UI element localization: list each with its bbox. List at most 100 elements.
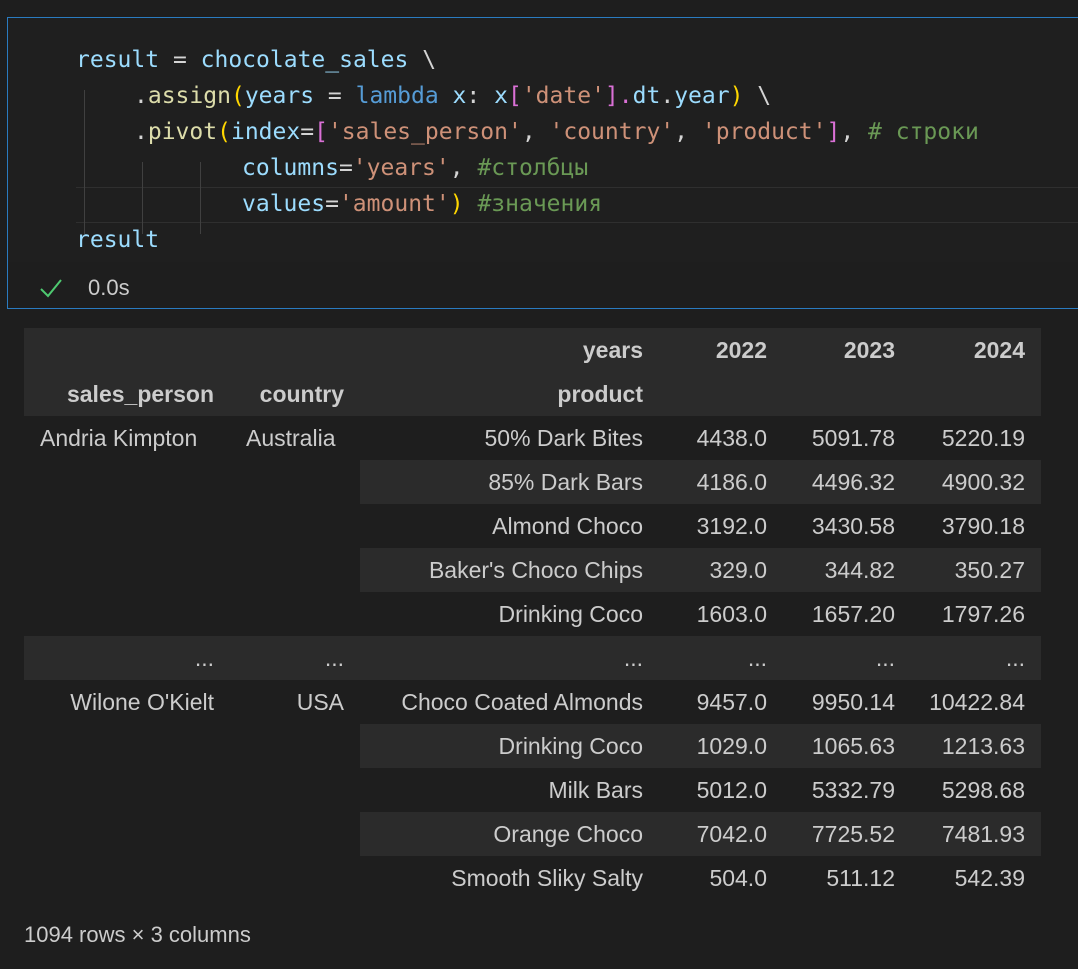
value-cell: 511.12 (826, 864, 895, 891)
notebook-cell[interactable]: result = chocolate_sales \ .assign(years… (7, 17, 1078, 309)
value-cell: 1029.0 (659, 724, 783, 768)
value-cell: 4900.32 (911, 460, 1041, 504)
country-cell (230, 812, 360, 856)
value-cell: 4186.0 (659, 460, 783, 504)
sales-person-cell (24, 768, 230, 812)
country-cell (230, 548, 360, 592)
value-cell: 5012.0 (696, 776, 767, 803)
code-line-5: values='amount') #значения (242, 191, 603, 217)
value-cell: 350.27 (911, 548, 1041, 592)
sales-person-cell (24, 548, 230, 592)
value-cell: 3430.58 (811, 512, 895, 539)
columns-name-header: years (360, 328, 659, 372)
value-cell: 9950.14 (811, 688, 895, 715)
ellipsis-row: ... ... ... ... ... ... (24, 636, 1041, 680)
table-row: Orange Choco 7042.0 7725.52 7481.93 (24, 812, 1041, 856)
execution-status: 0.0s (38, 270, 130, 306)
sales-person-cell: Wilone O'Kielt (70, 688, 214, 715)
code-line-4: columns='years', #столбцы (242, 155, 589, 181)
product-cell: Choco Coated Almonds (401, 688, 643, 715)
code-line-2: .assign(years = lambda x: x['date'].dt.y… (134, 83, 772, 109)
value-cell: ... (659, 636, 783, 680)
execution-time: 0.0s (88, 275, 130, 300)
header-row-index: sales_person country product (24, 372, 1041, 416)
value-cell: 504.0 (709, 864, 767, 891)
sales-person-cell (24, 812, 230, 856)
value-cell: 5298.68 (941, 776, 1025, 803)
value-cell: 4496.32 (783, 460, 911, 504)
index-header: country (230, 372, 360, 416)
code-editor[interactable]: result = chocolate_sales \ .assign(years… (8, 18, 1078, 262)
product-cell: Orange Choco (360, 812, 659, 856)
country-cell (230, 504, 360, 548)
product-cell: Smooth Sliky Salty (451, 864, 643, 891)
sales-person-cell (24, 856, 230, 900)
dataframe-shape: 1094 rows × 3 columns (24, 922, 251, 947)
index-header: sales_person (24, 372, 230, 416)
code-line-3: .pivot(index=['sales_person', 'country',… (134, 119, 979, 145)
table-row: Andria Kimpton Australia 50% Dark Bites … (24, 416, 1041, 460)
table-row: 85% Dark Bars 4186.0 4496.32 4900.32 (24, 460, 1041, 504)
value-cell: 1603.0 (696, 600, 767, 627)
sales-person-cell (24, 592, 230, 636)
product-cell: Drinking Coco (498, 600, 643, 627)
value-cell: 5091.78 (811, 424, 895, 451)
product-cell: ... (360, 636, 659, 680)
code-line-1: result = chocolate_sales \ (76, 47, 437, 73)
sales-person-cell: Andria Kimpton (40, 424, 198, 451)
column-header: 2023 (783, 328, 911, 372)
indent-guide (200, 162, 201, 234)
table-row: Almond Choco 3192.0 3430.58 3790.18 (24, 504, 1041, 548)
value-cell: 7481.93 (911, 812, 1041, 856)
dataframe-table: years 2022 2023 2024 sales_person countr… (24, 328, 1041, 900)
value-cell: 329.0 (659, 548, 783, 592)
country-cell (230, 592, 360, 636)
value-cell: 1797.26 (941, 600, 1025, 627)
country-cell (230, 856, 360, 900)
country-cell: ... (230, 636, 360, 680)
header-row-columns: years 2022 2023 2024 (24, 328, 1041, 372)
value-cell: 10422.84 (929, 688, 1025, 715)
product-cell: 85% Dark Bars (360, 460, 659, 504)
value-cell: ... (783, 636, 911, 680)
value-cell: 3192.0 (696, 512, 767, 539)
table-row: Wilone O'Kielt USA Choco Coated Almonds … (24, 680, 1041, 724)
cell-output: years 2022 2023 2024 sales_person countr… (24, 328, 1041, 900)
product-cell: Drinking Coco (360, 724, 659, 768)
value-cell: 9457.0 (696, 688, 767, 715)
value-cell: 3790.18 (941, 512, 1025, 539)
table-row: Smooth Sliky Salty 504.0 511.12 542.39 (24, 856, 1041, 900)
sales-person-cell (24, 724, 230, 768)
table-row: Drinking Coco 1029.0 1065.63 1213.63 (24, 724, 1041, 768)
check-icon (40, 279, 62, 298)
value-cell: 5332.79 (811, 776, 895, 803)
value-cell: 4438.0 (696, 424, 767, 451)
product-cell: Milk Bars (548, 776, 643, 803)
value-cell: 5220.19 (941, 424, 1025, 451)
country-cell (230, 724, 360, 768)
table-row: Baker's Choco Chips 329.0 344.82 350.27 (24, 548, 1041, 592)
code-line-6: result (76, 227, 160, 253)
value-cell: 7725.52 (783, 812, 911, 856)
country-cell (230, 768, 360, 812)
product-cell: Almond Choco (492, 512, 643, 539)
sales-person-cell (24, 460, 230, 504)
value-cell: 542.39 (954, 864, 1025, 891)
product-cell: Baker's Choco Chips (360, 548, 659, 592)
value-cell: 7042.0 (659, 812, 783, 856)
country-cell: Australia (246, 424, 336, 451)
index-header: product (360, 372, 659, 416)
indent-guide (84, 90, 85, 234)
table-row: Drinking Coco 1603.0 1657.20 1797.26 (24, 592, 1041, 636)
country-cell (230, 460, 360, 504)
country-cell: USA (296, 688, 344, 715)
column-header: 2022 (659, 328, 783, 372)
table-row: Milk Bars 5012.0 5332.79 5298.68 (24, 768, 1041, 812)
value-cell: 1213.63 (911, 724, 1041, 768)
value-cell: 1065.63 (783, 724, 911, 768)
sales-person-cell (24, 504, 230, 548)
column-header: 2024 (911, 328, 1041, 372)
value-cell: 1657.20 (811, 600, 895, 627)
value-cell: 344.82 (783, 548, 911, 592)
product-cell: 50% Dark Bites (484, 424, 643, 451)
